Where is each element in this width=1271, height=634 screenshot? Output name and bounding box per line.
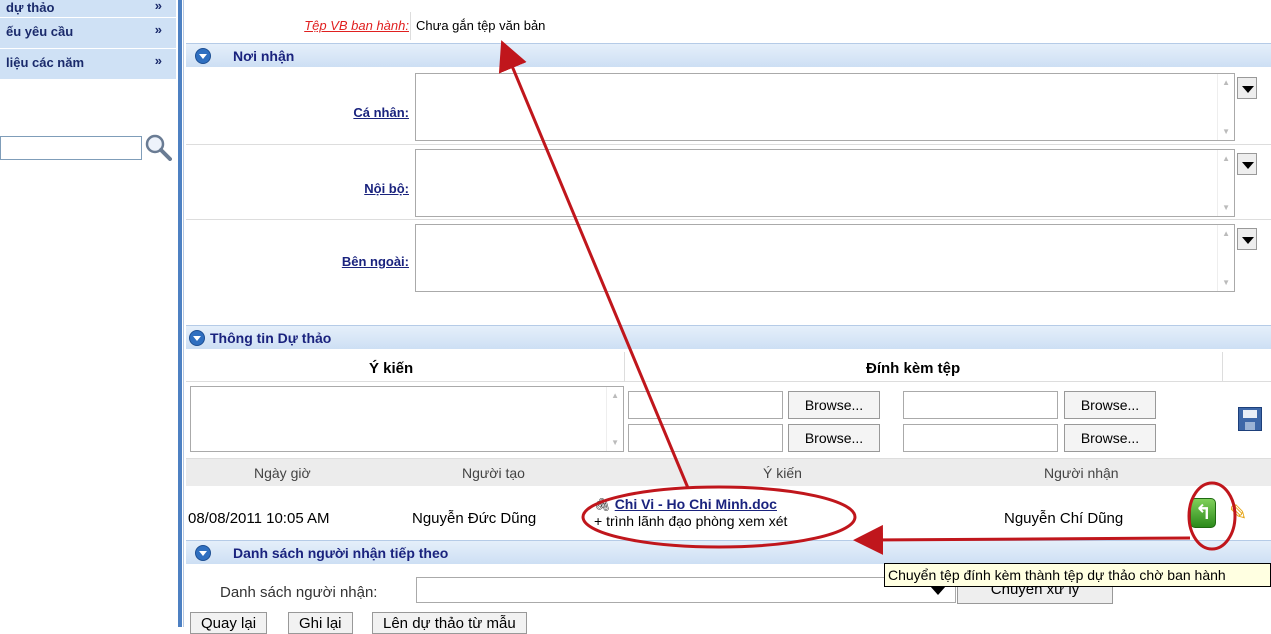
nav-item-label: liệu các năm bbox=[6, 55, 85, 70]
nav-item-label: dự thảo bbox=[6, 0, 55, 15]
search-icon[interactable] bbox=[144, 133, 172, 161]
history-header: Ngày giờ Người tạo Ý kiến Người nhận bbox=[186, 458, 1271, 486]
browse-button[interactable]: Browse... bbox=[1064, 424, 1156, 452]
file-input[interactable] bbox=[903, 424, 1058, 452]
ben-ngoai-field[interactable]: ▲ ▼ bbox=[415, 224, 1235, 292]
nav-item-cac-nam[interactable]: liệu các năm » bbox=[0, 49, 176, 80]
attachment-link[interactable]: Chi Vi - Ho Chi Minh.doc bbox=[615, 496, 777, 512]
section-title: Nơi nhận bbox=[233, 48, 295, 64]
noi-bo-field[interactable]: ▲ ▼ bbox=[415, 149, 1235, 217]
file-input[interactable] bbox=[628, 391, 783, 419]
convert-attachment-icon[interactable] bbox=[1190, 498, 1216, 528]
browse-button[interactable]: Browse... bbox=[788, 391, 880, 419]
recv-label[interactable]: Cá nhân: bbox=[353, 105, 409, 120]
col-ykien: Ý kiến bbox=[369, 360, 414, 377]
col-ykien: Ý kiến bbox=[763, 465, 802, 481]
col-dinhkem: Đính kèm tệp bbox=[866, 360, 961, 377]
file-value: Chưa gắn tệp văn bản bbox=[416, 18, 546, 33]
browse-button[interactable]: Browse... bbox=[1064, 391, 1156, 419]
nav-divider bbox=[178, 0, 182, 627]
section-title: Danh sách người nhận tiếp theo bbox=[233, 545, 449, 561]
nav-item-du-thao[interactable]: dự thảo » bbox=[0, 0, 176, 18]
file-row: Tệp VB ban hành: Chưa gắn tệp văn bản bbox=[186, 12, 1271, 40]
scrollbar[interactable]: ▲ ▼ bbox=[1217, 74, 1234, 140]
scrollbar[interactable]: ▲ ▼ bbox=[606, 387, 623, 451]
col-nguoi-tao: Người tạo bbox=[462, 465, 525, 481]
draft-from-template-button[interactable]: Lên dự thảo từ mẫu bbox=[372, 612, 527, 634]
dropdown-button[interactable] bbox=[1237, 228, 1257, 250]
paperclip-icon: 🖇 bbox=[594, 497, 611, 512]
draft-grid-header: Ý kiến Đính kèm tệp bbox=[186, 352, 1271, 382]
row-comment: + trình lãnh đạo phòng xem xét bbox=[594, 513, 788, 529]
collapse-icon[interactable] bbox=[189, 330, 205, 346]
tooltip: Chuyển tệp đính kèm thành tệp dự thảo ch… bbox=[884, 563, 1271, 587]
col-ngay-gio: Ngày giờ bbox=[254, 465, 311, 481]
recv-label[interactable]: Bên ngoài: bbox=[342, 254, 409, 269]
chevron-down-icon: » bbox=[154, 22, 162, 37]
section-next-recipients[interactable]: Danh sách người nhận tiếp theo bbox=[186, 540, 1271, 564]
chevron-down-icon: » bbox=[154, 53, 162, 68]
row-comment-cell: 🖇 Chi Vi - Ho Chi Minh.doc + trình lãnh … bbox=[594, 496, 787, 530]
save-icon[interactable] bbox=[1238, 407, 1262, 431]
pencil-icon[interactable]: ✎ bbox=[1229, 500, 1247, 526]
scrollbar[interactable]: ▲ ▼ bbox=[1217, 225, 1234, 291]
chevron-down-icon: » bbox=[154, 0, 162, 13]
file-label-link[interactable]: Tệp VB ban hành: bbox=[304, 18, 409, 33]
nav-divider-line bbox=[183, 0, 184, 627]
browse-button[interactable]: Browse... bbox=[788, 424, 880, 452]
col-nguoi-nhan: Người nhận bbox=[1044, 465, 1119, 481]
scrollbar[interactable]: ▲ ▼ bbox=[1217, 150, 1234, 216]
ykien-textarea[interactable]: ▲ ▼ bbox=[190, 386, 624, 452]
recv-row-noi-bo: Nội bộ: ▲ ▼ bbox=[186, 145, 1271, 220]
cell-divider bbox=[410, 12, 411, 40]
row-receiver: Nguyễn Chí Dũng bbox=[1004, 510, 1124, 527]
save-button[interactable]: Ghi lại bbox=[288, 612, 353, 634]
nav-item-label: ếu yêu cầu bbox=[6, 24, 74, 39]
file-input[interactable] bbox=[628, 424, 783, 452]
section-thong-tin[interactable]: Thông tin Dự thảo bbox=[186, 325, 1271, 349]
back-button[interactable]: Quay lại bbox=[190, 612, 268, 634]
left-nav: dự thảo » ếu yêu cầu » liệu các năm » bbox=[0, 0, 176, 627]
row-date: 08/08/2011 10:05 AM bbox=[188, 510, 330, 527]
col-divider bbox=[624, 352, 625, 382]
recipient-select-label: Danh sách người nhận: bbox=[220, 584, 378, 601]
col-divider bbox=[1222, 352, 1223, 382]
dropdown-button[interactable] bbox=[1237, 153, 1257, 175]
recv-row-ca-nhan: Cá nhân: ▲ ▼ bbox=[186, 67, 1271, 145]
section-noi-nhan[interactable]: Nơi nhận bbox=[186, 43, 1271, 67]
nav-item-yeu-cau[interactable]: ếu yêu cầu » bbox=[0, 18, 176, 49]
dropdown-button[interactable] bbox=[1237, 77, 1257, 99]
collapse-icon[interactable] bbox=[195, 48, 211, 64]
recv-row-ben-ngoai: Bên ngoài: ▲ ▼ bbox=[186, 220, 1271, 298]
file-input[interactable] bbox=[903, 391, 1058, 419]
main-content: Tệp VB ban hành: Chưa gắn tệp văn bản Nơ… bbox=[186, 0, 1271, 634]
row-creator: Nguyễn Đức Dũng bbox=[412, 510, 537, 527]
recipient-select[interactable] bbox=[416, 577, 956, 603]
section-title: Thông tin Dự thảo bbox=[210, 330, 332, 346]
collapse-icon[interactable] bbox=[195, 545, 211, 561]
ca-nhan-field[interactable]: ▲ ▼ bbox=[415, 73, 1235, 141]
recv-label[interactable]: Nội bộ: bbox=[364, 181, 409, 196]
history-row: 08/08/2011 10:05 AM Nguyễn Đức Dũng 🖇 Ch… bbox=[186, 488, 1271, 540]
search-input[interactable] bbox=[0, 136, 142, 160]
